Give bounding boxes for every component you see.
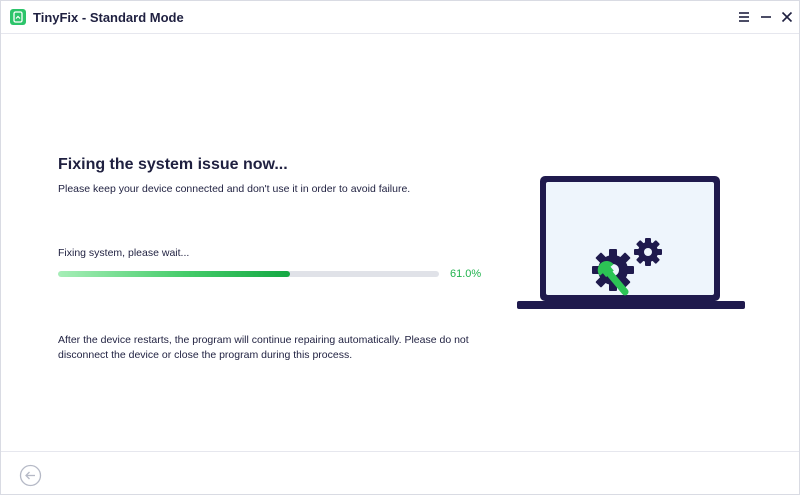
minimize-icon[interactable] bbox=[756, 7, 776, 27]
progress-percent: 61.0% bbox=[450, 268, 482, 280]
progress-label: Fixing system, please wait... bbox=[58, 247, 190, 259]
window-title: TinyFix - Standard Mode bbox=[33, 10, 184, 25]
main-content: Fixing the system issue now... Please ke… bbox=[1, 35, 799, 451]
title-bar: TinyFix - Standard Mode bbox=[1, 1, 799, 34]
page-title: Fixing the system issue now... bbox=[58, 156, 288, 173]
tinyfix-logo-icon bbox=[10, 9, 26, 25]
close-icon[interactable] bbox=[777, 7, 797, 27]
progress-bar-fill bbox=[58, 271, 291, 277]
back-arrow-icon[interactable] bbox=[19, 464, 42, 487]
menu-icon[interactable] bbox=[734, 7, 754, 27]
progress-bar bbox=[58, 271, 439, 277]
laptop-repair-gears-wrench-icon bbox=[517, 176, 745, 309]
restart-note: After the device restarts, the program w… bbox=[58, 334, 469, 361]
footer-bar bbox=[1, 451, 799, 494]
app-window: TinyFix - Standard Mode Fixing the syste… bbox=[0, 0, 800, 495]
page-subtitle: Please keep your device connected and do… bbox=[58, 183, 411, 195]
